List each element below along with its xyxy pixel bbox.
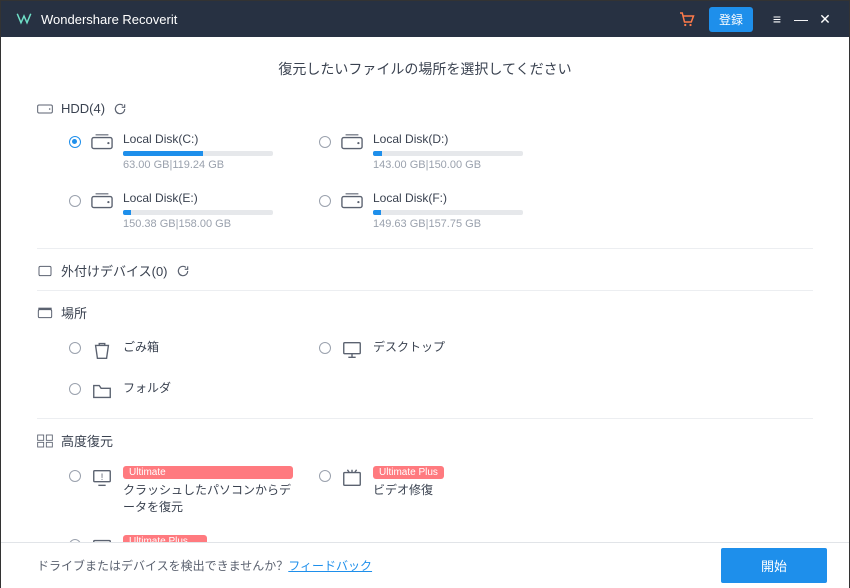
place-item[interactable]: ごみ箱 (69, 338, 319, 359)
external-device-icon (37, 264, 53, 278)
divider (37, 418, 813, 419)
section-hdd-label: HDD(4) (61, 101, 105, 116)
titlebar: Wondershare Recoverit 登録 ≡ — ✕ (1, 1, 849, 37)
radio[interactable] (69, 342, 81, 354)
section-advanced-label: 高度復元 (61, 431, 113, 450)
svg-text:!: ! (101, 472, 104, 482)
footer: ドライブまたはデバイスを検出できませんか？ フィードバック 開始 (1, 542, 849, 588)
radio[interactable] (69, 136, 81, 148)
advanced-icon: ! (91, 467, 113, 487)
radio[interactable] (319, 470, 331, 482)
disk-icon (91, 192, 113, 212)
disk-size: 150.38 GB|158.00 GB (123, 218, 273, 230)
plan-badge: Ultimate Plus (373, 466, 444, 479)
section-external-header: 外付けデバイス(0) (37, 261, 813, 280)
place-label: ごみ箱 (123, 338, 159, 355)
disk-item[interactable]: Local Disk(F:) 149.63 GB|157.75 GB (319, 191, 569, 230)
disk-item[interactable]: Local Disk(D:) 143.00 GB|150.00 GB (319, 132, 569, 171)
radio[interactable] (69, 195, 81, 207)
advanced-icon (341, 467, 363, 487)
section-places-label: 場所 (61, 303, 87, 322)
disk-label: Local Disk(F:) (373, 191, 523, 205)
disk-size: 143.00 GB|150.00 GB (373, 159, 523, 171)
advanced-label: クラッシュしたパソコンからデータを復元 (123, 481, 293, 515)
refresh-icon[interactable] (176, 264, 190, 278)
advanced-item[interactable]: Ultimate Plus ビデオ修復 (319, 466, 569, 515)
close-button[interactable]: ✕ (813, 11, 837, 28)
divider (37, 290, 813, 291)
place-label: デスクトップ (373, 338, 445, 355)
advanced-item[interactable]: ! Ultimate クラッシュしたパソコンからデータを復元 (69, 466, 319, 515)
section-external-label: 外付けデバイス(0) (61, 261, 168, 280)
disk-label: Local Disk(E:) (123, 191, 273, 205)
register-button[interactable]: 登録 (709, 7, 753, 32)
hdd-icon (37, 102, 53, 116)
usage-bar (123, 151, 273, 156)
disk-item[interactable]: Local Disk(E:) 150.38 GB|158.00 GB (69, 191, 319, 230)
minimize-button[interactable]: — (789, 11, 813, 27)
refresh-icon[interactable] (113, 102, 127, 116)
radio[interactable] (319, 342, 331, 354)
disk-icon (341, 192, 363, 212)
plan-badge: Ultimate (123, 466, 293, 479)
disk-label: Local Disk(D:) (373, 132, 523, 146)
cart-icon[interactable] (677, 10, 695, 28)
places-grid: ごみ箱 デスクトップフォルダ (69, 332, 813, 414)
disk-size: 63.00 GB|119.24 GB (123, 159, 273, 171)
place-icon (91, 380, 113, 400)
places-icon (37, 306, 53, 320)
divider (37, 248, 813, 249)
disk-icon (91, 133, 113, 153)
radio[interactable] (69, 470, 81, 482)
disk-grid: Local Disk(C:)63.00 GB|119.24 GBLocal Di… (69, 126, 813, 244)
usage-bar (123, 210, 273, 215)
advanced-label: ビデオ修復 (373, 481, 444, 498)
radio[interactable] (319, 136, 331, 148)
radio[interactable] (319, 195, 331, 207)
page-heading: 復元したいファイルの場所を選択してください (37, 59, 813, 79)
feedback-link[interactable]: フィードバック (288, 557, 372, 574)
place-icon (91, 339, 113, 359)
usage-bar (373, 210, 523, 215)
section-advanced-header: 高度復元 (37, 431, 813, 450)
app-logo-icon (15, 10, 33, 28)
disk-item[interactable]: Local Disk(C:) 63.00 GB|119.24 GB (69, 132, 319, 171)
start-button[interactable]: 開始 (721, 548, 827, 583)
place-item[interactable]: デスクトップ (319, 338, 569, 359)
disk-icon (341, 133, 363, 153)
disk-size: 149.63 GB|157.75 GB (373, 218, 523, 230)
place-icon (341, 339, 363, 359)
menu-icon[interactable]: ≡ (765, 11, 789, 27)
place-label: フォルダ (123, 379, 171, 396)
radio[interactable] (69, 383, 81, 395)
section-places-header: 場所 (37, 303, 813, 322)
place-item[interactable]: フォルダ (69, 379, 319, 400)
section-hdd-header: HDD(4) (37, 101, 813, 116)
advanced-icon (37, 434, 53, 448)
usage-bar (373, 151, 523, 156)
disk-label: Local Disk(C:) (123, 132, 273, 146)
footer-text: ドライブまたはデバイスを検出できませんか？ (37, 557, 288, 574)
app-title: Wondershare Recoverit (41, 12, 177, 27)
